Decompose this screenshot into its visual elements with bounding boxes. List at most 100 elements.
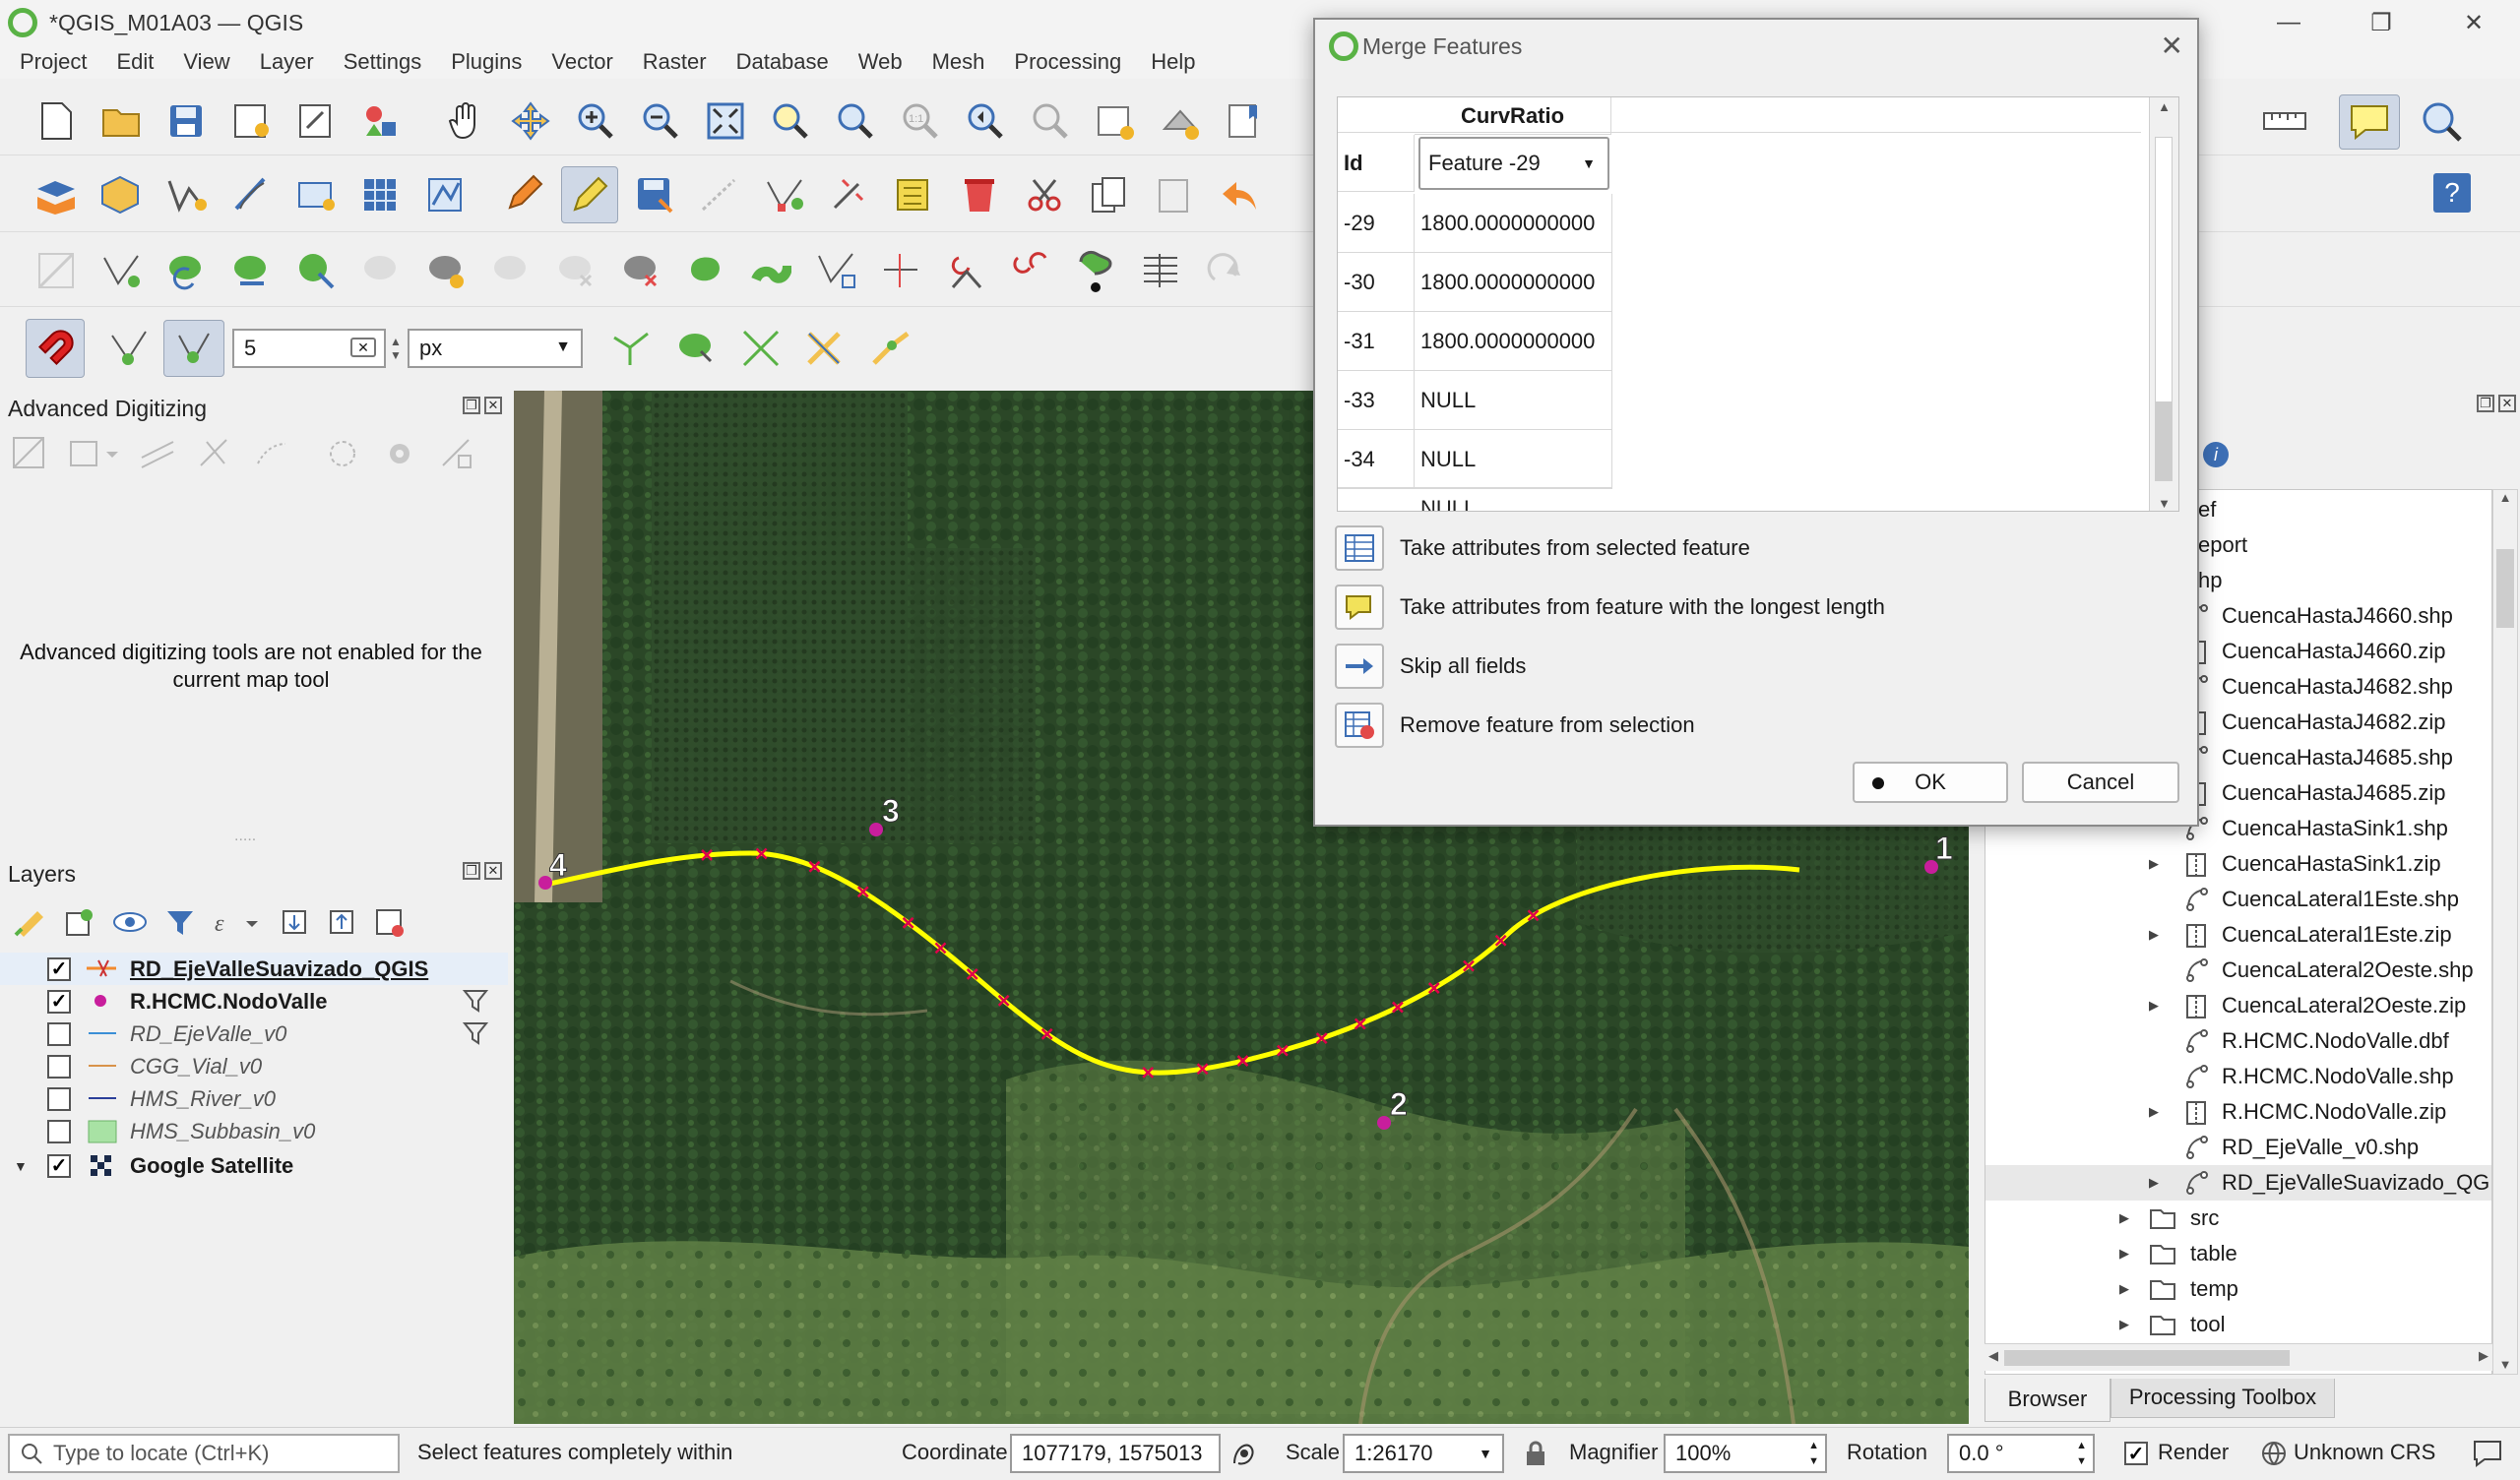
rotate-feature-icon[interactable] bbox=[158, 242, 215, 299]
attribute-row[interactable]: -34 NULL bbox=[1338, 430, 1612, 489]
take-longest-option[interactable]: Take attributes from feature with the lo… bbox=[1335, 581, 1885, 634]
selected-merge-line[interactable] bbox=[544, 850, 1800, 1076]
save-layer-edits-icon[interactable] bbox=[626, 166, 683, 223]
add-raster-layer-icon[interactable] bbox=[352, 166, 410, 223]
chevron-right-icon[interactable]: ▶ bbox=[2149, 1175, 2159, 1191]
rotation-spinner[interactable]: ▲ ▼ bbox=[2076, 1438, 2087, 1469]
enable-snapping-icon[interactable] bbox=[26, 319, 85, 378]
restore-button[interactable]: ❐ bbox=[2335, 0, 2427, 45]
filter-legend-icon[interactable] bbox=[165, 907, 195, 937]
attribute-row[interactable]: -31 1800.0000000000 bbox=[1338, 312, 1612, 371]
add-ring-icon[interactable] bbox=[93, 242, 150, 299]
lock-scale-icon[interactable] bbox=[1524, 1440, 1547, 1467]
float-browser-button[interactable]: ❐ bbox=[2477, 395, 2494, 412]
menu-view[interactable]: View bbox=[163, 49, 239, 75]
magnifier-field[interactable]: 100% ▲ ▼ bbox=[1664, 1434, 1827, 1473]
scale-field[interactable]: 1:26170 ▼ bbox=[1343, 1434, 1504, 1473]
layout-manager-icon[interactable] bbox=[287, 92, 345, 150]
attributes-table-icon[interactable] bbox=[1335, 525, 1384, 571]
toggle-extents-icon[interactable] bbox=[1228, 1438, 1260, 1469]
close-layers-button[interactable]: ✕ bbox=[484, 862, 502, 880]
move-feature-icon[interactable] bbox=[222, 242, 280, 299]
browser-file-item[interactable]: RD_EjeValle_v0.shp bbox=[1985, 1130, 2491, 1165]
layer-visibility-checkbox[interactable] bbox=[47, 1021, 71, 1046]
browser-file-item[interactable]: CuencaLateral2Oeste.shp bbox=[1985, 953, 2491, 988]
crs-globe-icon[interactable] bbox=[2260, 1440, 2288, 1467]
menu-mesh[interactable]: Mesh bbox=[913, 49, 995, 75]
chevron-right-icon[interactable]: ▶ bbox=[2149, 998, 2159, 1014]
snapping-layers-icon[interactable] bbox=[100, 320, 158, 377]
reshape-features-icon[interactable] bbox=[287, 242, 345, 299]
delete-feature-icon[interactable] bbox=[951, 166, 1008, 223]
browser-file-item[interactable]: CuencaLateral1Este.shp bbox=[1985, 882, 2491, 917]
close-dialog-button[interactable]: ✕ bbox=[2161, 30, 2183, 62]
trim-extend-icon[interactable] bbox=[807, 242, 864, 299]
open-project-icon[interactable] bbox=[93, 92, 150, 150]
tracing-icon[interactable] bbox=[862, 320, 919, 377]
browser-folder-item[interactable]: ef bbox=[2198, 492, 2216, 527]
browser-file-item[interactable]: ▶ CuencaLateral1Este.zip bbox=[1985, 917, 2491, 953]
chevron-right-icon[interactable]: ▶ bbox=[2119, 1281, 2129, 1297]
tolerance-unit-select[interactable]: px ▼ bbox=[408, 329, 583, 368]
browser-vscrollbar[interactable]: ▲ ▼ bbox=[2492, 489, 2518, 1375]
filter-icon[interactable] bbox=[463, 989, 488, 1013]
zoom-full-icon[interactable] bbox=[697, 92, 754, 150]
layer-visibility-checkbox[interactable] bbox=[47, 1119, 71, 1143]
undo-icon[interactable] bbox=[1211, 166, 1268, 223]
pan-map-icon[interactable] bbox=[437, 92, 494, 150]
float-panel-button[interactable]: ❐ bbox=[463, 397, 480, 414]
clear-tolerance-icon[interactable]: ✕ bbox=[350, 338, 376, 357]
take-selected-option[interactable]: Take attributes from selected feature bbox=[1335, 522, 1750, 575]
browser-file-item[interactable]: R.HCMC.NodoValle.shp bbox=[1985, 1059, 2491, 1094]
menu-project[interactable]: Project bbox=[0, 49, 96, 75]
delete-selected-icon[interactable] bbox=[886, 166, 943, 223]
layer-item[interactable]: HMS_River_v0 bbox=[0, 1082, 508, 1115]
node-point-2[interactable] bbox=[1377, 1116, 1391, 1130]
snap-on-intersection-icon[interactable] bbox=[732, 320, 789, 377]
menu-vector[interactable]: Vector bbox=[532, 49, 622, 75]
longest-feature-icon[interactable] bbox=[1335, 585, 1384, 630]
menu-raster[interactable]: Raster bbox=[623, 49, 717, 75]
menu-database[interactable]: Database bbox=[717, 49, 839, 75]
attribute-row[interactable]: -30 1800.0000000000 bbox=[1338, 253, 1612, 312]
style-manager-icon[interactable] bbox=[352, 92, 410, 150]
browser-file-item[interactable]: ▶ RD_EjeValleSuavizado_QGIS bbox=[1985, 1165, 2491, 1201]
add-virtual-layer-icon[interactable] bbox=[287, 166, 345, 223]
tab-browser[interactable]: Browser bbox=[1984, 1379, 2110, 1422]
vertex-editor-icon[interactable] bbox=[1067, 242, 1124, 299]
feature-select[interactable]: Feature -29 ▼ bbox=[1418, 137, 1609, 190]
node-point-3[interactable] bbox=[869, 823, 883, 836]
menu-settings[interactable]: Settings bbox=[324, 49, 432, 75]
new-3d-view-icon[interactable] bbox=[1152, 92, 1209, 150]
chevron-right-icon[interactable]: ▶ bbox=[2119, 1317, 2129, 1332]
collapse-all-icon[interactable] bbox=[327, 907, 356, 937]
rotation-field[interactable]: 0.0 ° ▲ ▼ bbox=[1947, 1434, 2095, 1473]
column-header-curvratio[interactable]: CurvRatio bbox=[1415, 97, 1611, 135]
delete-part-icon[interactable] bbox=[612, 242, 669, 299]
expand-all-icon[interactable] bbox=[280, 907, 309, 937]
snapping-type-icon[interactable] bbox=[163, 320, 224, 377]
chevron-right-icon[interactable]: ▶ bbox=[2119, 1246, 2129, 1262]
browser-info-icon[interactable]: i bbox=[2203, 442, 2229, 467]
layer-item[interactable]: ✓ R.HCMC.NodoValle bbox=[0, 985, 508, 1018]
minimize-button[interactable]: — bbox=[2242, 0, 2335, 45]
new-map-view-icon[interactable] bbox=[1087, 92, 1144, 150]
attribute-row[interactable]: -29 1800.0000000000 bbox=[1338, 194, 1612, 253]
layer-item[interactable]: ✓ RD_EjeValleSuavizado_QGIS bbox=[0, 953, 508, 985]
chevron-right-icon[interactable]: ▶ bbox=[2149, 927, 2159, 943]
snapping-tolerance-input[interactable]: 5 ✕ bbox=[232, 329, 386, 368]
tolerance-spinner[interactable]: ▲ ▼ bbox=[386, 329, 406, 368]
table-vscrollbar[interactable]: ▲ ▼ bbox=[2149, 97, 2178, 511]
avoid-overlap-icon[interactable] bbox=[667, 320, 724, 377]
menu-web[interactable]: Web bbox=[839, 49, 913, 75]
close-window-button[interactable]: ✕ bbox=[2427, 0, 2520, 45]
layer-visibility-checkbox[interactable]: ✓ bbox=[47, 1153, 71, 1178]
curvratio-cell[interactable]: 1800.0000000000 bbox=[1420, 194, 1595, 253]
vertex-tool-icon[interactable] bbox=[756, 166, 813, 223]
browser-hscroll-thumb[interactable] bbox=[2004, 1350, 2290, 1366]
browser-file-item[interactable]: ▶ R.HCMC.NodoValle.zip bbox=[1985, 1094, 2491, 1130]
new-print-layout-icon[interactable] bbox=[222, 92, 280, 150]
new-geopackage-icon[interactable] bbox=[93, 166, 150, 223]
remove-layer-icon[interactable] bbox=[374, 907, 404, 937]
manage-map-themes-icon[interactable] bbox=[112, 907, 148, 937]
